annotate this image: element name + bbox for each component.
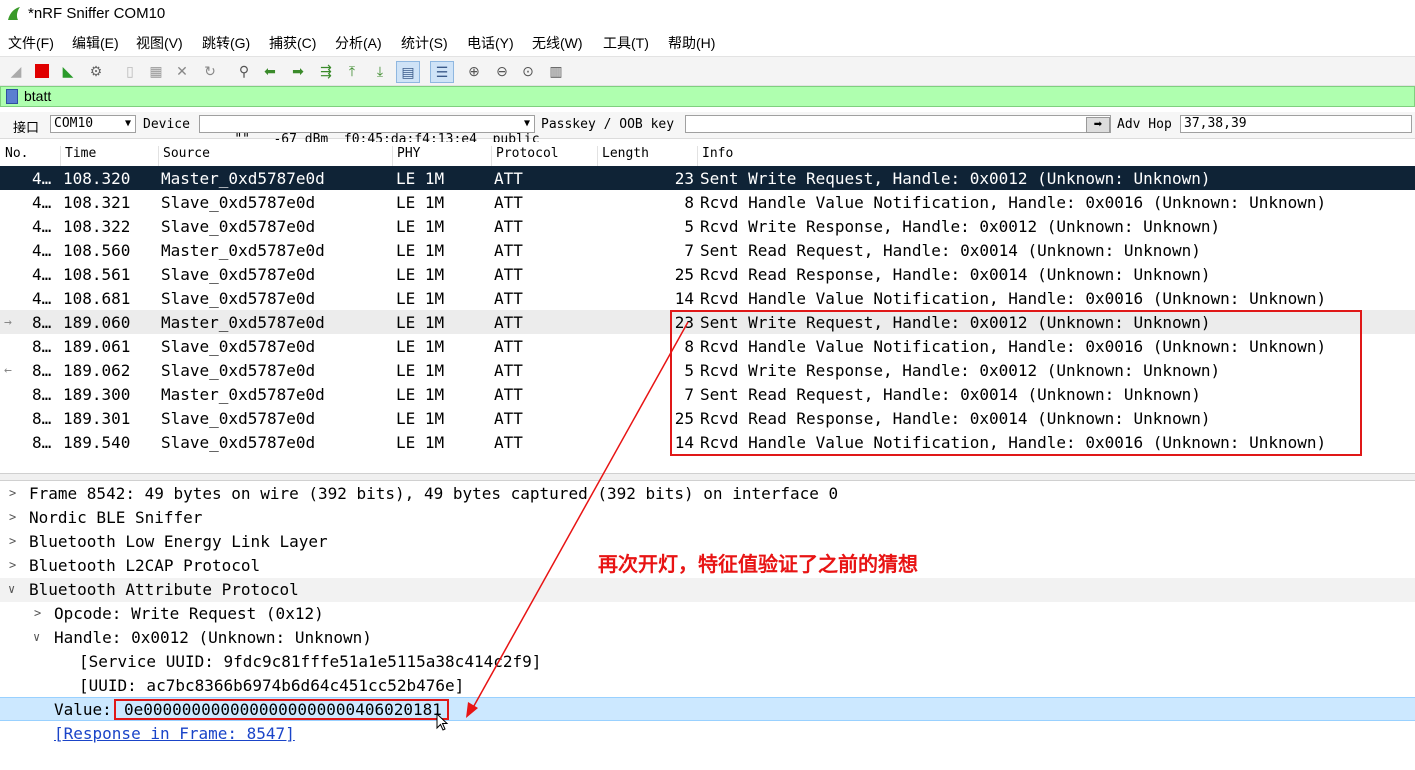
tree-item-uuid[interactable]: [UUID: ac7bc8366b6974b6d64c451cc52b476e] <box>0 674 1415 698</box>
column-source[interactable]: Source <box>158 146 210 166</box>
table-row[interactable]: 4… 108.681 Slave_0xd5787e0d LE 1M ATT 14… <box>0 286 1415 310</box>
capture-options-icon[interactable]: ⚙ <box>86 61 106 81</box>
title-bar: *nRF Sniffer COM10 <box>0 0 1415 28</box>
table-row[interactable]: 4… 108.320 Master_0xd5787e0d LE 1M ATT 2… <box>0 166 1415 190</box>
passkey-input[interactable] <box>685 115 1111 133</box>
window-title: *nRF Sniffer COM10 <box>28 5 166 22</box>
zoom-reset-icon[interactable]: ⊙ <box>518 61 538 81</box>
find-packet-icon[interactable]: ⚲ <box>234 61 254 81</box>
adv-hop-value: 37,38,39 <box>1184 116 1247 131</box>
stop-capture-icon[interactable] <box>32 61 52 81</box>
tree-item-service-uuid[interactable]: [Service UUID: 9fdc9c81fffe51a1e5115a38c… <box>0 650 1415 674</box>
interface-select[interactable]: COM10 ▼ <box>50 115 136 133</box>
go-to-packet-icon[interactable]: ⇶ <box>316 61 336 81</box>
close-file-icon[interactable]: ✕ <box>172 61 192 81</box>
chevron-right-icon[interactable]: > <box>9 510 16 524</box>
packet-list-header: No. Time Source PHY Protocol Length Info <box>0 142 1415 167</box>
go-back-icon[interactable]: ⬅ <box>260 61 280 81</box>
tree-item-response-link[interactable]: [Response in Frame: 8547] <box>0 722 1415 746</box>
device-label: Device <box>143 117 190 132</box>
display-filter-input[interactable]: btatt <box>24 88 51 104</box>
reload-icon[interactable]: ↻ <box>200 61 220 81</box>
first-packet-icon[interactable]: ⤒ <box>342 61 362 81</box>
resize-columns-icon[interactable]: ▥ <box>546 61 566 81</box>
table-row[interactable]: 4… 108.560 Master_0xd5787e0d LE 1M ATT 7… <box>0 238 1415 262</box>
tree-item-handle[interactable]: ∨ Handle: 0x0012 (Unknown: Unknown) <box>0 626 1415 650</box>
chevron-down-icon: ▼ <box>124 118 131 129</box>
open-file-icon[interactable]: ▯ <box>120 61 140 81</box>
column-no[interactable]: No. <box>1 146 28 166</box>
pane-splitter[interactable] <box>0 473 1415 481</box>
zoom-in-icon[interactable]: ⊕ <box>464 61 484 81</box>
menu-go[interactable]: 跳转(G) <box>202 33 250 53</box>
chevron-down-icon: ▼ <box>523 118 530 129</box>
menu-analyze[interactable]: 分析(A) <box>335 33 382 53</box>
interface-value: COM10 <box>54 116 94 131</box>
chevron-right-icon[interactable]: > <box>34 606 41 620</box>
nrf-sniffer-toolbar: 接口 COM10 ▼ Device "" -67 dBm f0:45:da:f4… <box>0 112 1415 147</box>
passkey-label: Passkey / OOB key <box>541 117 675 132</box>
apply-arrow-icon[interactable]: ➡ <box>1086 117 1110 133</box>
last-packet-icon[interactable]: ⤓ <box>370 61 390 81</box>
tree-item-frame[interactable]: > Frame 8542: 49 bytes on wire (392 bits… <box>0 482 1415 506</box>
start-capture-icon[interactable]: ◢ <box>6 61 26 81</box>
response-arrow-icon: ← <box>4 363 12 378</box>
menu-file[interactable]: 文件(F) <box>8 33 54 53</box>
chevron-right-icon[interactable]: > <box>9 534 16 548</box>
menu-telephony[interactable]: 电话(Y) <box>467 33 514 53</box>
menu-capture[interactable]: 捕获(C) <box>269 33 316 53</box>
request-arrow-icon: → <box>4 315 12 330</box>
column-info[interactable]: Info <box>697 146 733 166</box>
annotation-box-value <box>114 699 449 720</box>
menu-wireless[interactable]: 无线(W) <box>532 33 583 53</box>
table-row[interactable]: 4… 108.322 Slave_0xd5787e0d LE 1M ATT 5 … <box>0 214 1415 238</box>
adv-hop-label: Adv Hop <box>1117 117 1172 132</box>
menu-statistics[interactable]: 统计(S) <box>401 33 448 53</box>
annotation-box-info <box>670 310 1362 456</box>
menu-tools[interactable]: 工具(T) <box>603 33 649 53</box>
display-filter-bar[interactable]: btatt <box>0 86 1415 107</box>
bookmark-icon[interactable] <box>6 89 18 104</box>
chevron-down-icon[interactable]: ∨ <box>33 630 40 644</box>
response-frame-link[interactable]: [Response in Frame: 8547] <box>54 724 295 743</box>
tree-item-opcode[interactable]: > Opcode: Write Request (0x12) <box>0 602 1415 626</box>
value-label: Value: <box>54 700 112 719</box>
chevron-right-icon[interactable]: > <box>9 486 16 500</box>
colorize-icon[interactable]: ☰ <box>430 61 454 83</box>
annotation-text: 再次开灯，特征值验证了之前的猜想 <box>598 554 918 576</box>
tree-item-nordic[interactable]: > Nordic BLE Sniffer <box>0 506 1415 530</box>
menu-help[interactable]: 帮助(H) <box>668 33 715 53</box>
column-time[interactable]: Time <box>60 146 96 166</box>
restart-capture-icon[interactable]: ◣ <box>58 61 78 81</box>
save-file-icon[interactable]: ▦ <box>146 61 166 81</box>
tree-item-att[interactable]: ∨ Bluetooth Attribute Protocol <box>0 578 1415 602</box>
go-forward-icon[interactable]: ➡ <box>288 61 308 81</box>
wireshark-fin-icon <box>8 7 20 20</box>
menu-bar: 文件(F) 编辑(E) 视图(V) 跳转(G) 捕获(C) 分析(A) 统计(S… <box>0 29 1415 55</box>
table-row[interactable]: 4… 108.561 Slave_0xd5787e0d LE 1M ATT 25… <box>0 262 1415 286</box>
column-phy[interactable]: PHY <box>392 146 420 166</box>
menu-edit[interactable]: 编辑(E) <box>72 33 119 53</box>
zoom-out-icon[interactable]: ⊖ <box>492 61 512 81</box>
main-toolbar: ◢ ◣ ⚙ ▯ ▦ ✕ ↻ ⚲ ⬅ ➡ ⇶ ⤒ ⤓ ▤ ☰ ⊕ ⊖ ⊙ ▥ <box>0 56 1415 86</box>
autoscroll-icon[interactable]: ▤ <box>396 61 420 83</box>
column-length[interactable]: Length <box>597 146 649 166</box>
table-row[interactable]: 4… 108.321 Slave_0xd5787e0d LE 1M ATT 8 … <box>0 190 1415 214</box>
device-select[interactable]: "" -67 dBm f0:45:da:f4:13:e4 public ▼ <box>199 115 540 147</box>
chevron-right-icon[interactable]: > <box>9 558 16 572</box>
packet-details-tree: > Frame 8542: 49 bytes on wire (392 bits… <box>0 482 1415 770</box>
interface-label: 接口 <box>13 120 40 135</box>
adv-hop-input[interactable]: 37,38,39 <box>1180 115 1412 133</box>
menu-view[interactable]: 视图(V) <box>136 33 183 53</box>
chevron-down-icon[interactable]: ∨ <box>8 582 15 596</box>
mouse-cursor-icon <box>436 713 449 731</box>
column-protocol[interactable]: Protocol <box>491 146 559 166</box>
